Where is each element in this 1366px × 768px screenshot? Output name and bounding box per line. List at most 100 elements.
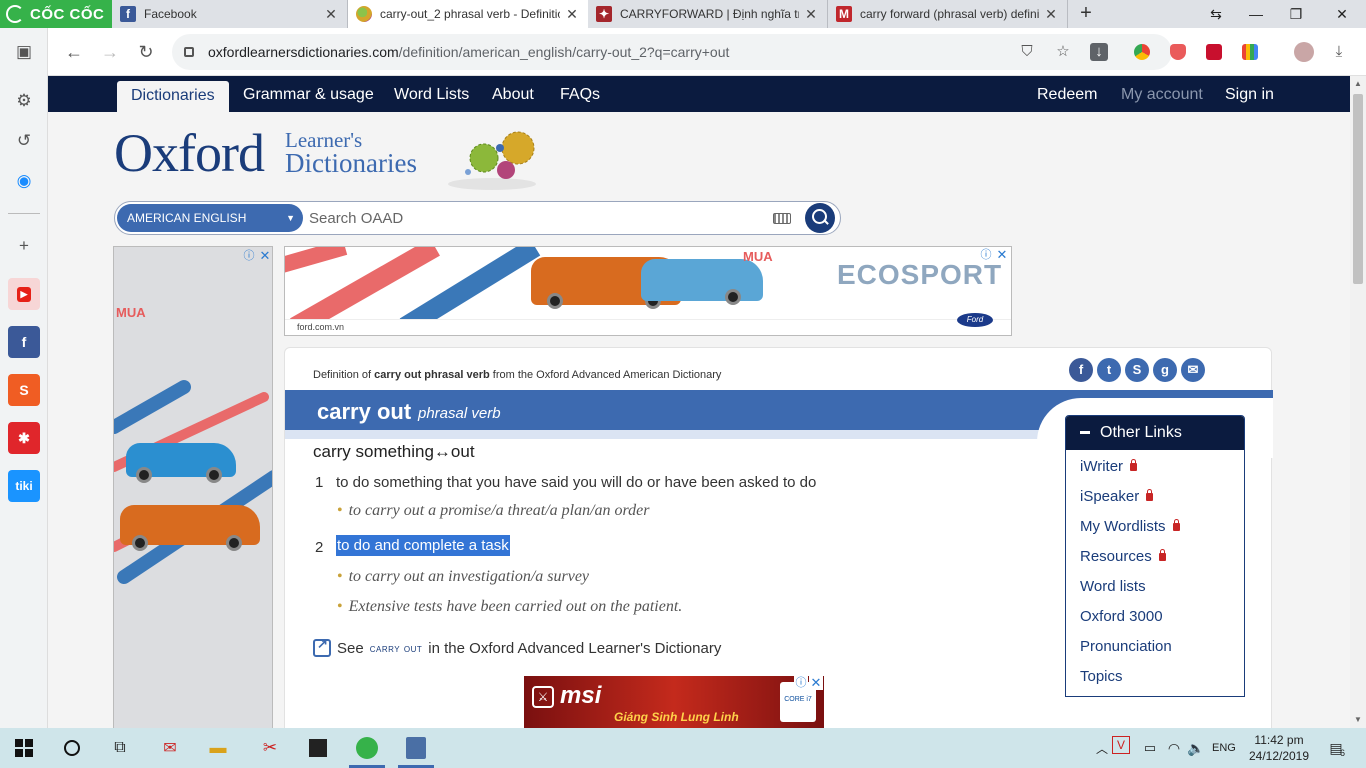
stumbleupon-share-icon[interactable]: S	[1125, 358, 1149, 382]
other-link-label: Resources	[1080, 548, 1152, 565]
nav-redeem[interactable]: Redeem	[1037, 76, 1097, 112]
chevron-up-icon[interactable]: ︿	[1090, 736, 1114, 760]
download-page-icon[interactable]: ↓	[1090, 43, 1108, 61]
other-link-resources[interactable]: Resources	[1080, 548, 1166, 565]
nav-my-account[interactable]: My account	[1121, 76, 1203, 112]
other-link-iwriter[interactable]: iWriter	[1080, 458, 1138, 475]
adchoices-icon[interactable]: ⓘ	[979, 248, 993, 262]
shield-icon[interactable]: ⛉	[1018, 43, 1036, 61]
close-window-button[interactable]: ✕	[1322, 0, 1362, 28]
task-view-icon[interactable]: ⧉	[108, 736, 132, 760]
close-icon[interactable]: ✕	[1043, 6, 1059, 23]
example-sentence: • Extensive tests have been carried out o…	[337, 598, 682, 616]
coccoc-brand[interactable]: CỐC CỐC	[0, 0, 112, 28]
ad-close-icon[interactable]: ✕	[995, 248, 1009, 262]
oxford-logo-word[interactable]: Oxford	[114, 122, 265, 184]
adchoices-icon[interactable]: ⓘ	[242, 249, 256, 263]
downloads-icon[interactable]: ⤓	[1330, 43, 1348, 61]
messenger-icon[interactable]: ◉	[8, 165, 40, 197]
tab-oxford[interactable]: carry-out_2 phrasal verb - Definitio ✕	[348, 0, 588, 28]
sense-number: 1	[315, 474, 324, 491]
sticky-notes-icon[interactable]	[306, 736, 330, 760]
add-app-icon[interactable]: +	[8, 230, 40, 262]
ad-top-banner[interactable]: MUA ECOSPORT ford.com.vn Ford ⓘ ✕	[284, 246, 1012, 336]
nav-sign-in[interactable]: Sign in	[1225, 76, 1274, 112]
close-icon[interactable]: ✕	[803, 6, 819, 23]
savefrom-icon[interactable]	[1206, 44, 1222, 60]
adblock-icon[interactable]	[1170, 44, 1186, 60]
input-language[interactable]: ENG	[1212, 742, 1236, 754]
other-link-my-wordlists[interactable]: My Wordlists	[1080, 518, 1180, 535]
sense-definition-selected: to do and complete a task	[336, 535, 510, 556]
ad-close-icon[interactable]: ✕	[809, 676, 823, 690]
history-icon[interactable]: ↺	[8, 125, 40, 157]
tab-cambridge[interactable]: ✦ CARRYFORWARD | Định nghĩa tron ✕	[588, 0, 828, 28]
other-link-word-lists[interactable]: Word lists	[1080, 578, 1146, 595]
nav-word-lists[interactable]: Word Lists	[394, 76, 469, 112]
search-icon[interactable]	[60, 736, 84, 760]
other-links-header[interactable]: Other Links	[1066, 416, 1244, 450]
scrollbar-thumb[interactable]	[1353, 94, 1363, 284]
settings-icon[interactable]: ⚙	[8, 85, 40, 117]
nav-dictionaries[interactable]: Dictionaries	[117, 81, 229, 112]
coccoc-taskbar-icon[interactable]	[354, 736, 380, 760]
windows-start-icon[interactable]	[12, 736, 36, 760]
file-explorer-icon[interactable]: ▬	[206, 736, 230, 760]
other-link-ispeaker[interactable]: iSpeaker	[1080, 488, 1154, 505]
language-select[interactable]: AMERICAN ENGLISH ▼	[117, 204, 303, 232]
wifi-icon[interactable]: ◠	[1162, 736, 1186, 760]
system-clock[interactable]: 11:42 pm 24/12/2019	[1246, 732, 1312, 764]
ad-close-icon[interactable]: ✕	[258, 249, 272, 263]
see-also-link[interactable]: carry out	[370, 641, 423, 655]
antivirus-icon[interactable]: V	[1112, 736, 1130, 754]
lock-icon	[184, 47, 194, 57]
youtube-icon[interactable]: ▶	[8, 278, 40, 310]
coccoc-extension-icon[interactable]	[1134, 44, 1150, 60]
page-scrollbar[interactable]: ▲ ▼	[1350, 76, 1366, 728]
profile-avatar[interactable]	[1294, 42, 1314, 62]
keyboard-icon[interactable]	[773, 213, 791, 224]
ad-bottom-banner[interactable]: ⚔ msi Giáng Sinh Lung Linh CORE i7 ⓘ ✕	[524, 676, 824, 728]
nav-faqs[interactable]: FAQs	[560, 76, 600, 112]
lazada-icon[interactable]: ✱	[8, 422, 40, 454]
twitter-share-icon[interactable]: t	[1097, 358, 1121, 382]
sidebar-divider	[8, 213, 40, 214]
new-tab-button[interactable]: +	[1074, 2, 1098, 26]
snipping-tool-icon[interactable]: ✂	[258, 736, 282, 760]
close-icon[interactable]: ✕	[564, 6, 580, 23]
shopee-icon[interactable]: S	[8, 374, 40, 406]
close-icon[interactable]: ✕	[323, 6, 339, 23]
facebook-app-icon[interactable]: f	[8, 326, 40, 358]
tab-list-icon[interactable]: ⇆	[1196, 0, 1236, 28]
colorzilla-icon[interactable]	[1242, 44, 1258, 60]
tab-facebook[interactable]: f Facebook ✕	[112, 0, 348, 28]
reload-button[interactable]: ↻	[132, 38, 160, 66]
other-link-pronunciation[interactable]: Pronunciation	[1080, 638, 1172, 655]
volume-icon[interactable]: 🔈	[1184, 736, 1208, 760]
back-button[interactable]: ←	[60, 38, 88, 66]
scroll-down-icon[interactable]: ▼	[1350, 712, 1366, 728]
tab-macmillan[interactable]: M carry forward (phrasal verb) definit ✕	[828, 0, 1068, 28]
app-icon[interactable]	[404, 736, 428, 760]
star-icon[interactable]: ☆	[1054, 43, 1072, 61]
nav-grammar-usage[interactable]: Grammar & usage	[243, 76, 374, 112]
external-link-icon[interactable]	[313, 636, 331, 657]
search-button[interactable]	[805, 203, 835, 233]
tiki-icon[interactable]: tiki	[8, 470, 40, 502]
facebook-share-icon[interactable]: f	[1069, 358, 1093, 382]
nav-about[interactable]: About	[492, 76, 534, 112]
google-share-icon[interactable]: g	[1153, 358, 1177, 382]
scroll-up-icon[interactable]: ▲	[1350, 76, 1366, 92]
sidebar-toggle-icon[interactable]: ▣	[8, 36, 40, 68]
maximize-button[interactable]: ❐	[1276, 0, 1316, 28]
ad-left-banner[interactable]: ⓘ ✕ MUA	[113, 246, 273, 728]
email-share-icon[interactable]: ✉	[1181, 358, 1205, 382]
minimize-button[interactable]: —	[1236, 0, 1276, 28]
forward-button[interactable]: →	[96, 38, 124, 66]
adchoices-icon[interactable]: ⓘ	[794, 676, 808, 690]
other-link-topics[interactable]: Topics	[1080, 668, 1123, 685]
other-link-oxford-3000[interactable]: Oxford 3000	[1080, 608, 1163, 625]
search-input[interactable]	[309, 206, 759, 230]
battery-icon[interactable]: ▭	[1138, 736, 1162, 760]
mail-app-icon[interactable]: ✉	[158, 736, 182, 760]
